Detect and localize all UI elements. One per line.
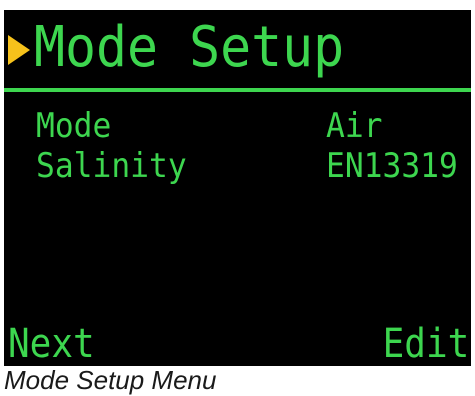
figure-caption: Mode Setup Menu [4,365,217,395]
screen-header: Mode Setup [4,10,471,88]
device-screen: Mode Setup Mode Air Salinity EN13319 Nex… [4,10,471,366]
selection-cursor-icon [8,35,30,65]
next-softkey[interactable]: Next [8,322,95,366]
edit-softkey[interactable]: Edit [382,322,469,366]
setting-row-salinity[interactable]: Salinity EN13319 [4,146,471,186]
header-divider [4,88,471,92]
setting-label-mode: Mode [36,106,112,146]
setting-value-salinity: EN13319 [326,146,458,186]
setting-value-mode: Air [326,106,383,146]
page-title: Mode Setup [34,15,345,80]
setting-row-mode[interactable]: Mode Air [4,106,471,146]
setting-label-salinity: Salinity [36,146,187,186]
